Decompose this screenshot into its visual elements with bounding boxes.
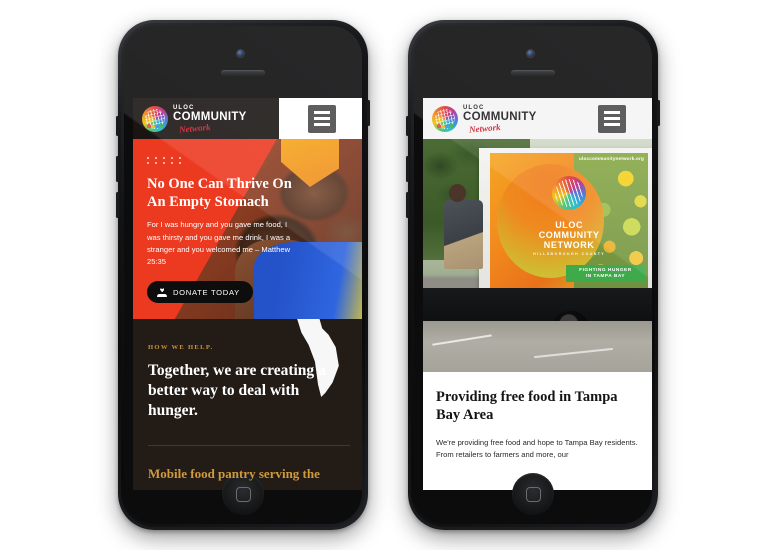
volume-up-button[interactable] <box>406 156 409 182</box>
hero-dot-grid-icon <box>147 157 299 164</box>
uloc-globe-logo-icon <box>552 175 587 210</box>
billboard-artwork: ULOC COMMUNITY NETWORK HILLSBOROUGH COUN… <box>490 152 649 296</box>
menu-zone-right <box>569 98 652 139</box>
hero-content-left: No One Can Thrive On An Empty Stomach Fo… <box>147 157 299 304</box>
earpiece-speaker-icon <box>221 70 265 76</box>
article-body-text: We're providing free food and hope to Ta… <box>436 437 638 460</box>
billboard-line-community: COMMUNITY <box>538 229 600 240</box>
hamburger-line <box>314 111 330 114</box>
menu-zone-left <box>279 98 362 139</box>
hamburger-menu-icon[interactable] <box>308 104 336 133</box>
phone-face-right: ULOC COMMUNITY Network ULOC COMMUNITY NE… <box>414 26 652 524</box>
logo-uloc-text: ULOC <box>463 104 485 111</box>
front-camera-icon <box>527 50 534 57</box>
site-logo-left[interactable]: ULOC COMMUNITY Network <box>133 98 279 139</box>
site-logo-right[interactable]: ULOC COMMUNITY Network <box>423 98 569 139</box>
hero-title: No One Can Thrive On An Empty Stomach <box>147 176 292 211</box>
uloc-globe-logo-icon <box>142 105 168 132</box>
billboard-line-uloc: ULOC <box>555 219 584 230</box>
home-button-right[interactable] <box>512 473 554 515</box>
mute-switch[interactable] <box>406 116 409 136</box>
donation-hand-heart-icon <box>157 287 167 297</box>
phone-device-left: ULOC COMMUNITY Network No One Can Thrive… <box>116 20 370 530</box>
logo-uloc-text: ULOC <box>173 104 195 111</box>
phone-screen-right: ULOC COMMUNITY Network ULOC COMMUNITY NE… <box>423 98 652 490</box>
hero-section-left: No One Can Thrive On An Empty Stomach Fo… <box>133 139 362 319</box>
home-button-square-icon <box>525 486 541 502</box>
how-we-help-content: HOW WE HELP. Together, we are creating a… <box>133 319 362 421</box>
phone-screen-left: ULOC COMMUNITY Network No One Can Thrive… <box>133 98 362 490</box>
volume-up-button[interactable] <box>116 156 119 182</box>
mobile-food-pantry-heading: Mobile food pantry serving the <box>148 466 320 482</box>
power-button[interactable] <box>657 100 660 126</box>
hamburger-line <box>314 123 330 126</box>
donate-today-button[interactable]: DONATE TODAY <box>147 281 253 304</box>
how-we-help-title: Together, we are creating a better way t… <box>148 362 326 420</box>
article-title: Providing free food in Tampa Bay Area <box>436 389 618 424</box>
hamburger-line <box>604 123 620 126</box>
hamburger-menu-icon[interactable] <box>598 104 626 133</box>
phone-bezel-left: ULOC COMMUNITY Network No One Can Thrive… <box>121 23 365 527</box>
phone-face-left: ULOC COMMUNITY Network No One Can Thrive… <box>124 26 362 524</box>
donate-button-label: DONATE TODAY <box>173 287 240 297</box>
mute-switch[interactable] <box>116 116 119 136</box>
how-we-help-eyebrow: HOW WE HELP. <box>148 344 214 351</box>
phone-top-hardware-right <box>414 26 652 98</box>
phone-top-hardware-left <box>124 26 362 98</box>
front-camera-icon <box>237 50 244 57</box>
volume-down-button[interactable] <box>406 192 409 218</box>
hamburger-line <box>314 117 330 120</box>
screenshot-stage: ULOC COMMUNITY Network No One Can Thrive… <box>0 0 770 550</box>
photo-parking-lot <box>423 320 652 372</box>
site-header-left: ULOC COMMUNITY Network <box>133 98 362 139</box>
logo-wordmark: ULOC COMMUNITY Network <box>463 104 537 135</box>
billboard-website-url: uloccommunitynetwork.org <box>578 155 645 161</box>
phone-bezel-right: ULOC COMMUNITY Network ULOC COMMUNITY NE… <box>411 23 655 527</box>
billboard-text-block: ULOC COMMUNITY NETWORK HILLSBOROUGH COUN… <box>490 220 648 256</box>
phone-device-right: ULOC COMMUNITY Network ULOC COMMUNITY NE… <box>406 20 660 530</box>
billboard-line-county: HILLSBOROUGH COUNTY <box>533 252 606 256</box>
hero-body-text: For I was hungry and you gave me food, I… <box>147 220 291 267</box>
hamburger-line <box>604 111 620 114</box>
home-button-square-icon <box>235 486 251 502</box>
billboard-line-network: NETWORK <box>543 239 595 250</box>
site-header-right: ULOC COMMUNITY Network <box>423 98 652 139</box>
billboard-truck-photo: ULOC COMMUNITY NETWORK HILLSBOROUGH COUN… <box>423 139 652 372</box>
hamburger-line <box>604 117 620 120</box>
article-section-right: Providing free food in Tampa Bay Area We… <box>423 372 652 462</box>
power-button[interactable] <box>367 100 370 126</box>
earpiece-speaker-icon <box>511 70 555 76</box>
uloc-globe-logo-icon <box>432 105 458 132</box>
logo-wordmark: ULOC COMMUNITY Network <box>173 104 247 135</box>
how-we-help-section: HOW WE HELP. Together, we are creating a… <box>133 319 362 490</box>
billboard-green-banner: FIGHTING HUNGER IN TAMPA BAY <box>566 265 645 283</box>
volume-down-button[interactable] <box>116 192 119 218</box>
banner-line-2: IN TAMPA BAY <box>585 273 626 279</box>
photo-worker-person <box>443 184 484 270</box>
